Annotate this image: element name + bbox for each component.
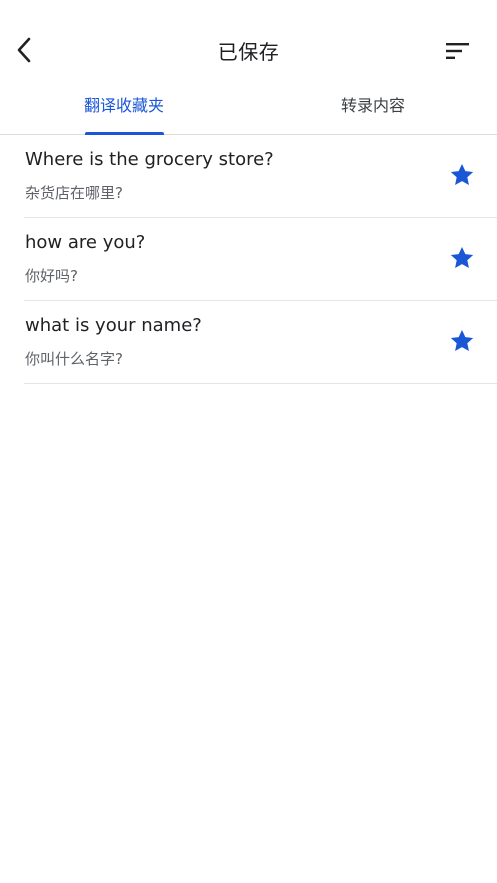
list-item[interactable]: how are you? 你好吗? — [24, 218, 497, 301]
tab-label: 翻译收藏夹 — [83, 96, 164, 115]
star-icon[interactable] — [449, 245, 475, 271]
source-text: how are you? — [25, 232, 146, 253]
translation-text: 你叫什么名字? — [25, 350, 123, 368]
tab-transcripts[interactable]: 转录内容 — [249, 84, 497, 134]
translation-text: 你好吗? — [25, 267, 78, 285]
tab-label: 转录内容 — [340, 96, 405, 115]
star-icon[interactable] — [449, 328, 475, 354]
source-text: what is your name? — [25, 315, 202, 336]
list-item[interactable]: Where is the grocery store? 杂货店在哪里? — [24, 135, 497, 218]
tab-translation-favorites[interactable]: 翻译收藏夹 — [0, 84, 248, 134]
saved-screen: 已保存 翻译收藏夹 转录内容 Where is the grocery stor… — [0, 0, 497, 883]
saved-list: Where is the grocery store? 杂货店在哪里? how … — [0, 135, 497, 384]
sort-button[interactable] — [442, 36, 474, 66]
translation-text: 杂货店在哪里? — [25, 184, 123, 202]
star-icon[interactable] — [449, 162, 475, 188]
source-text: Where is the grocery store? — [25, 149, 274, 170]
tab-bar: 翻译收藏夹 转录内容 — [0, 84, 497, 135]
page-title: 已保存 — [217, 40, 280, 64]
list-item[interactable]: what is your name? 你叫什么名字? — [24, 301, 497, 384]
sort-icon — [446, 43, 469, 59]
